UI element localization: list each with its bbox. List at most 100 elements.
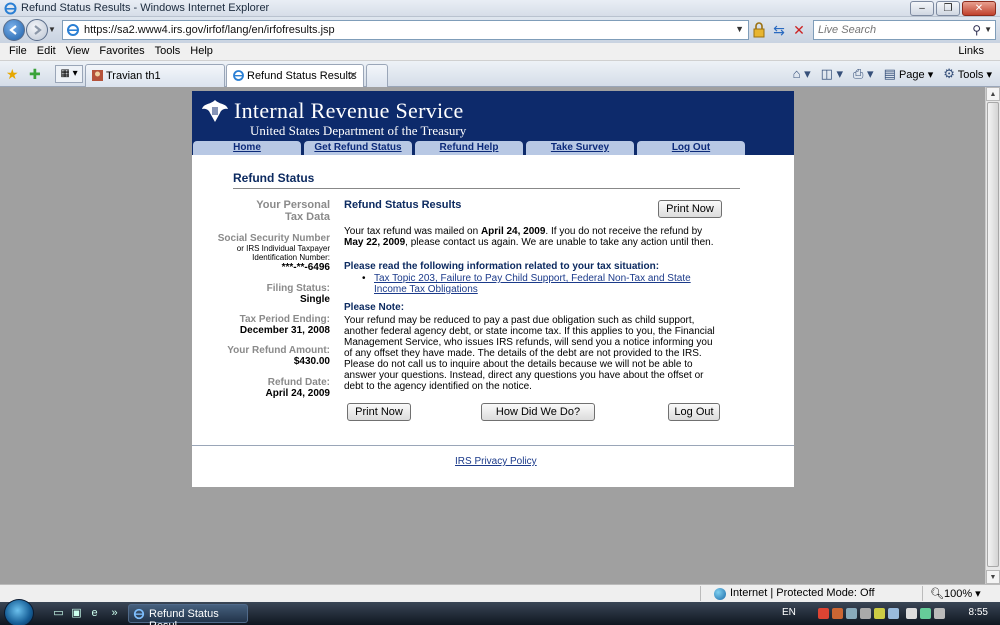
zoom-level[interactable]: 🔍︎100% ▾: [930, 587, 981, 600]
forward-button[interactable]: [26, 19, 48, 41]
nav-get-refund-status[interactable]: Get Refund Status: [304, 141, 412, 155]
section-title: Refund Status: [233, 171, 315, 185]
start-button[interactable]: [4, 599, 34, 625]
menu-view[interactable]: View: [61, 45, 95, 57]
show-desktop-icon[interactable]: ▭: [52, 607, 65, 620]
back-button[interactable]: [3, 19, 25, 41]
tray-app-icon[interactable]: [888, 608, 899, 619]
lock-icon[interactable]: [752, 22, 766, 38]
status-separator: [922, 586, 923, 601]
refresh-icon[interactable]: ⇆: [770, 21, 788, 39]
language-indicator[interactable]: EN: [782, 607, 796, 618]
info-heading: Please read the following information re…: [344, 261, 660, 272]
tray-app-icon[interactable]: [906, 608, 917, 619]
print-icon[interactable]: ⎙ ▾: [853, 66, 874, 82]
tools-menu[interactable]: ⚙ Tools ▾: [943, 66, 992, 82]
tab-label: Refund Status Results: [247, 70, 357, 82]
how-did-we-do-button[interactable]: How Did We Do?: [481, 403, 595, 421]
list-item: • Tax Topic 203, Failure to Pay Child Su…: [362, 273, 724, 295]
add-favorite-icon[interactable]: ✚: [29, 66, 41, 83]
irs-banner: Internal Revenue Service United States D…: [192, 91, 794, 141]
refund-amount-block: Your Refund Amount: $430.00: [202, 345, 330, 367]
irs-page: Internal Revenue Service United States D…: [192, 91, 794, 487]
stop-icon[interactable]: ✕: [791, 21, 807, 39]
privacy-policy-link[interactable]: IRS Privacy Policy: [455, 456, 537, 467]
tray-app-icon[interactable]: [860, 608, 871, 619]
quick-tabs-icon[interactable]: ▦ ▾: [55, 65, 83, 83]
search-dropdown-icon[interactable]: ▼: [984, 25, 992, 34]
print-now-top-button[interactable]: Print Now: [658, 200, 722, 218]
close-tab-icon[interactable]: ✕: [349, 69, 358, 82]
taskbar-item-ie[interactable]: Refund Status Resul...: [128, 604, 248, 625]
scroll-down-icon[interactable]: ▼: [986, 570, 1000, 584]
nav-take-survey[interactable]: Take Survey: [526, 141, 634, 155]
print-now-button[interactable]: Print Now: [347, 403, 411, 421]
recent-pages-dropdown-icon[interactable]: ▼: [48, 25, 56, 34]
tab-travian[interactable]: Travian th1: [85, 64, 225, 87]
menu-favorites[interactable]: Favorites: [94, 45, 149, 57]
tray-app-icon[interactable]: [874, 608, 885, 619]
refund-message: Your tax refund was mailed on April 24, …: [344, 226, 714, 248]
ssn-block: Social Security Number or IRS Individual…: [202, 233, 330, 273]
network-icon[interactable]: [920, 608, 931, 619]
search-icon[interactable]: ⚲: [972, 23, 981, 37]
address-dropdown-icon[interactable]: ▼: [735, 24, 744, 34]
address-url: https://sa2.www4.irs.gov/irfof/lang/en/i…: [84, 24, 335, 36]
minimize-button[interactable]: –: [910, 1, 934, 16]
section-divider: [233, 188, 740, 189]
vertical-scrollbar[interactable]: ▲ ▼: [985, 87, 1000, 584]
volume-icon[interactable]: [934, 608, 945, 619]
tray-app-icon[interactable]: [846, 608, 857, 619]
tray-app-icon[interactable]: [818, 608, 829, 619]
note-heading: Please Note:: [344, 302, 405, 313]
links-toolbar[interactable]: Links: [958, 45, 984, 57]
quicklaunch-more-icon[interactable]: »: [108, 607, 121, 620]
scroll-up-icon[interactable]: ▲: [986, 87, 1000, 101]
personal-data-heading: Your Personal Tax Data: [256, 199, 330, 223]
switch-windows-icon[interactable]: ▣: [70, 607, 83, 620]
footer-divider: [192, 445, 794, 446]
page-menu[interactable]: ▤ Page ▾: [884, 66, 934, 82]
nav-log-out[interactable]: Log Out: [637, 141, 745, 155]
tax-topic-203-link[interactable]: Tax Topic 203, Failure to Pay Child Supp…: [374, 273, 691, 295]
menu-help[interactable]: Help: [185, 45, 218, 57]
nav-home[interactable]: Home: [193, 141, 301, 155]
tray-app-icon[interactable]: [832, 608, 843, 619]
new-tab-button[interactable]: [366, 64, 388, 87]
restore-button[interactable]: ❐: [936, 1, 960, 16]
address-bar[interactable]: https://sa2.www4.irs.gov/irfof/lang/en/i…: [62, 20, 749, 40]
feeds-icon[interactable]: ◫ ▾: [821, 66, 843, 82]
page-ie-icon: [67, 24, 79, 36]
ie-quicklaunch-icon[interactable]: e: [88, 607, 101, 620]
ssn-value: ***-**-6496: [281, 262, 330, 273]
menu-file[interactable]: File: [4, 45, 32, 57]
refund-date-block: Refund Date: April 24, 2009: [202, 377, 330, 399]
scroll-thumb[interactable]: [987, 102, 999, 567]
taskbar: ▭ ▣ e » Refund Status Resul... EN 8:55: [0, 599, 1000, 625]
log-out-button[interactable]: Log Out: [668, 403, 720, 421]
gear-icon: ⚙: [943, 66, 955, 81]
tab-refund-status[interactable]: Refund Status Results ✕: [226, 64, 364, 87]
nav-refund-help[interactable]: Refund Help: [415, 141, 523, 155]
forward-arrow-icon: [34, 25, 42, 35]
internet-zone-icon: [714, 588, 726, 600]
tab-label: Travian th1: [106, 70, 161, 82]
home-icon[interactable]: ⌂ ▾: [793, 66, 811, 82]
menu-edit[interactable]: Edit: [32, 45, 61, 57]
menu-tools[interactable]: Tools: [150, 45, 186, 57]
search-input[interactable]: [818, 24, 958, 36]
irs-eagle-logo-icon: [202, 100, 228, 122]
favorites-star-icon[interactable]: ★: [6, 66, 19, 83]
security-zone[interactable]: Internet | Protected Mode: Off: [730, 587, 875, 599]
back-arrow-icon: [9, 25, 17, 35]
ie-favicon-icon: [233, 70, 244, 81]
info-list: • Tax Topic 203, Failure to Pay Child Su…: [362, 273, 724, 295]
window-title: Refund Status Results - Windows Internet…: [21, 2, 270, 14]
clock[interactable]: 8:55: [969, 607, 988, 618]
menu-bar: File Edit View Favorites Tools Help Link…: [0, 43, 1000, 61]
search-box[interactable]: ⚲ ▼: [813, 20, 996, 40]
travian-favicon-icon: [92, 70, 103, 81]
close-window-button[interactable]: ✕: [962, 1, 996, 16]
site-title: Internal Revenue Service: [234, 98, 464, 123]
ie-taskbar-icon: [133, 608, 145, 620]
